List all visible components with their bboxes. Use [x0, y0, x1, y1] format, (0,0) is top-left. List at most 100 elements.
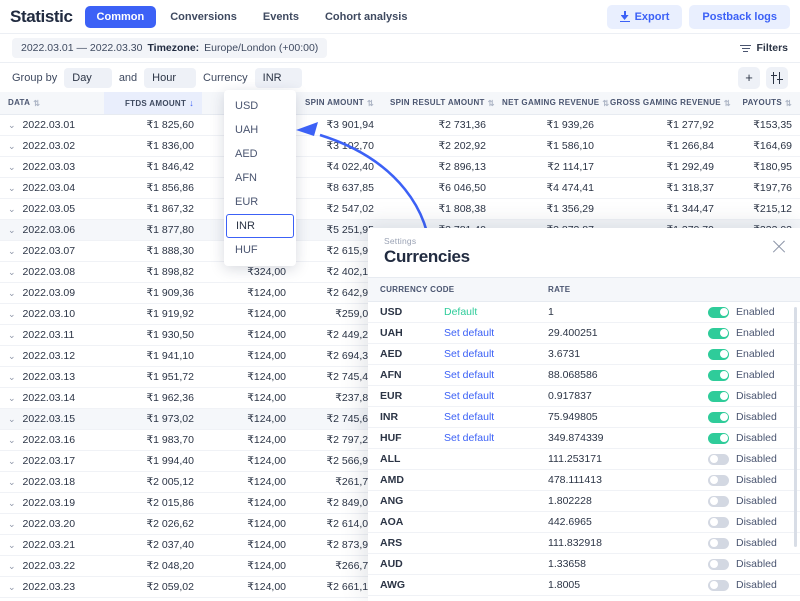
expand-row-chevron-icon[interactable]: ⌄: [8, 120, 16, 131]
tab-events[interactable]: Events: [251, 6, 311, 28]
row-metric-cell: ₹2 015,86: [104, 492, 202, 514]
currency-enable-toggle[interactable]: [708, 369, 729, 381]
currency-enable-toggle[interactable]: [708, 411, 729, 423]
expand-row-chevron-icon[interactable]: ⌄: [8, 519, 16, 530]
col-header-gross-gaming-revenue[interactable]: GROSS GAMING REVENUE ⇅: [602, 92, 731, 115]
expand-row-chevron-icon[interactable]: ⌄: [8, 204, 16, 215]
currency-status-cell: Disabled: [696, 595, 800, 601]
expand-row-chevron-icon[interactable]: ⌄: [8, 246, 16, 257]
app-root: Statistic Common Conversions Events Coho…: [0, 0, 800, 601]
currency-enable-toggle[interactable]: [708, 558, 729, 570]
currency-code: ANG: [368, 490, 432, 512]
expand-row-chevron-icon[interactable]: ⌄: [8, 351, 16, 362]
currency-enable-toggle[interactable]: [708, 537, 729, 549]
column-settings-button[interactable]: [766, 66, 788, 89]
currency-dropdown-menu[interactable]: USD UAH AED AFN EUR INR HUF: [224, 90, 296, 266]
currency-default-action[interactable]: Set default: [432, 343, 536, 365]
currency-option-eur[interactable]: EUR: [224, 190, 296, 214]
app-logo: Statistic: [10, 6, 73, 26]
currency-select[interactable]: INR: [254, 67, 302, 88]
col-header-net-gaming-revenue[interactable]: NET GAMING REVENUE ⇅: [494, 92, 609, 115]
filters-label: Filters: [756, 42, 788, 54]
tab-common[interactable]: Common: [84, 5, 157, 28]
table-row[interactable]: ⌄ 2022.03.02 ₹1 836,00 ₹3 102,70 ₹2 202,92 ₹1…: [0, 135, 800, 157]
currency-rate: 75.949805: [536, 406, 696, 428]
currency-option-aed[interactable]: AED: [224, 142, 296, 166]
toggle-knob: [719, 371, 728, 379]
currency-option-usd[interactable]: USD: [224, 94, 296, 118]
postback-logs-button[interactable]: Postback logs: [689, 4, 790, 29]
currency-enable-toggle[interactable]: [708, 516, 729, 528]
currency-enable-toggle[interactable]: [708, 474, 729, 486]
expand-row-chevron-icon[interactable]: ⌄: [8, 162, 16, 173]
currency-enable-toggle[interactable]: [708, 495, 729, 507]
expand-row-chevron-icon[interactable]: ⌄: [8, 498, 16, 509]
expand-row-chevron-icon[interactable]: ⌄: [8, 141, 16, 152]
expand-row-chevron-icon[interactable]: ⌄: [8, 372, 16, 383]
row-metric-cell: ₹1 877,80: [104, 219, 202, 241]
set-default-link[interactable]: Set default: [444, 432, 494, 444]
currency-enable-toggle[interactable]: [708, 348, 729, 360]
toggle-knob: [719, 350, 728, 358]
currency-default-action[interactable]: Set default: [432, 322, 536, 344]
row-metric-cell: ₹153,35: [722, 114, 800, 136]
col-header-spin-result-amount[interactable]: SPIN RESULT AMOUNT ⇅: [382, 92, 494, 115]
currency-option-inr[interactable]: INR: [226, 214, 294, 238]
sort-icon: ⇅: [723, 98, 731, 108]
currency-enable-toggle[interactable]: [708, 390, 729, 402]
expand-row-chevron-icon[interactable]: ⌄: [8, 267, 16, 278]
currency-default-action[interactable]: Default: [432, 301, 536, 323]
currency-enable-toggle[interactable]: [708, 306, 729, 318]
table-row[interactable]: ⌄ 2022.03.01 ₹1 825,60 ₹3 901,94 ₹2 731,36 ₹1…: [0, 114, 800, 136]
group-by-day-select[interactable]: Day: [64, 67, 112, 88]
currency-enable-toggle[interactable]: [708, 432, 729, 444]
table-row[interactable]: ⌄ 2022.03.03 ₹1 846,42 ₹4 022,40 ₹2 896,13 ₹2…: [0, 156, 800, 178]
panel-body[interactable]: CURRENCY CODE RATE USD Default 1 Enabled UAH…: [368, 277, 800, 601]
panel-scrollbar[interactable]: [794, 307, 797, 547]
set-default-link[interactable]: Set default: [444, 327, 494, 339]
currency-default-action[interactable]: Set default: [432, 406, 536, 428]
expand-row-chevron-icon[interactable]: ⌄: [8, 309, 16, 320]
currency-option-uah[interactable]: UAH: [224, 118, 296, 142]
table-row[interactable]: ⌄ 2022.03.04 ₹1 856,86 ₹8 637,85 ₹6 046,50 ₹4…: [0, 177, 800, 199]
currency-default-action[interactable]: Set default: [432, 385, 536, 407]
date-range-picker[interactable]: 2022.03.01 — 2022.03.30 Timezone: Europe…: [12, 38, 328, 58]
col-header-spin-amount[interactable]: SPIN AMOUNT ⇅: [294, 92, 382, 115]
col-header-data[interactable]: DATA ⇅: [0, 92, 104, 115]
close-icon[interactable]: [771, 239, 787, 255]
set-default-link[interactable]: Set default: [444, 411, 494, 423]
export-button[interactable]: Export: [606, 4, 683, 29]
set-default-link[interactable]: Set default: [444, 348, 494, 360]
expand-row-chevron-icon[interactable]: ⌄: [8, 414, 16, 425]
row-metric-cell: ₹1 930,50: [104, 324, 202, 346]
expand-row-chevron-icon[interactable]: ⌄: [8, 435, 16, 446]
currency-enable-toggle[interactable]: [708, 579, 729, 591]
expand-row-chevron-icon[interactable]: ⌄: [8, 330, 16, 341]
set-default-link[interactable]: Set default: [444, 369, 494, 381]
expand-row-chevron-icon[interactable]: ⌄: [8, 561, 16, 572]
currency-default-action[interactable]: Set default: [432, 427, 536, 449]
filters-button[interactable]: Filters: [740, 42, 788, 54]
expand-row-chevron-icon[interactable]: ⌄: [8, 183, 16, 194]
expand-row-chevron-icon[interactable]: ⌄: [8, 582, 16, 593]
currency-option-afn[interactable]: AFN: [224, 166, 296, 190]
group-by-hour-select[interactable]: Hour: [144, 67, 197, 88]
add-column-button[interactable]: +: [738, 66, 760, 89]
table-row[interactable]: ⌄ 2022.03.05 ₹1 867,32 ₹2 547,02 ₹1 808,38 ₹1…: [0, 198, 800, 220]
expand-row-chevron-icon[interactable]: ⌄: [8, 456, 16, 467]
currency-default-action[interactable]: Set default: [432, 364, 536, 386]
currency-option-huf[interactable]: HUF: [224, 238, 296, 262]
tab-conversions[interactable]: Conversions: [158, 6, 249, 28]
col-header-ftds-amount[interactable]: FTDS AMOUNT ↓: [104, 92, 202, 115]
currency-enable-toggle[interactable]: [708, 453, 729, 465]
expand-row-chevron-icon[interactable]: ⌄: [8, 477, 16, 488]
currency-code: INR: [368, 406, 432, 428]
currency-enable-toggle[interactable]: [708, 327, 729, 339]
col-header-payouts[interactable]: PAYOUTS ⇅: [722, 92, 800, 115]
tab-cohort-analysis[interactable]: Cohort analysis: [313, 6, 420, 28]
expand-row-chevron-icon[interactable]: ⌄: [8, 225, 16, 236]
expand-row-chevron-icon[interactable]: ⌄: [8, 393, 16, 404]
expand-row-chevron-icon[interactable]: ⌄: [8, 540, 16, 551]
set-default-link[interactable]: Set default: [444, 390, 494, 402]
expand-row-chevron-icon[interactable]: ⌄: [8, 288, 16, 299]
